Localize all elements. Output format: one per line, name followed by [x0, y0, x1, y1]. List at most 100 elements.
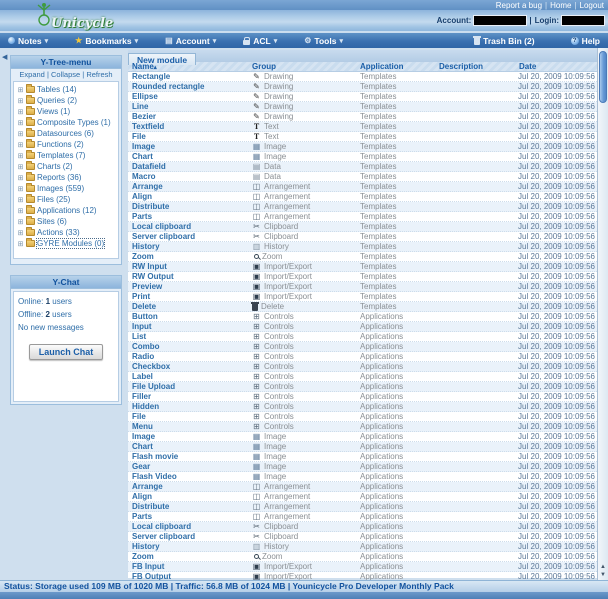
module-name-link[interactable]: Ellipse — [128, 92, 250, 101]
module-name-link[interactable]: Filler — [128, 392, 250, 401]
module-name-link[interactable]: Local clipboard — [128, 522, 250, 531]
module-name-link[interactable]: Line — [128, 102, 250, 111]
trash-bin-button[interactable]: Trash Bin (2) — [474, 36, 534, 46]
expand-icon[interactable]: ⊞ — [17, 218, 24, 226]
table-row[interactable]: Print▣Import/ExportTemplatesJul 20, 2009… — [128, 292, 597, 302]
column-header-name[interactable]: Name▴ — [128, 62, 250, 71]
module-name-link[interactable]: Macro — [128, 172, 250, 181]
module-name-link[interactable]: Print — [128, 292, 250, 301]
table-row[interactable]: Macro▤DataTemplatesJul 20, 2009 10:09:56 — [128, 172, 597, 182]
expand-icon[interactable]: ⊞ — [17, 130, 24, 138]
tree-item-views-1[interactable]: ⊞Views (1) — [14, 106, 118, 117]
table-row[interactable]: Local clipboard✂ClipboardTemplatesJul 20… — [128, 222, 597, 232]
tree-expand-link[interactable]: Expand — [19, 70, 44, 79]
table-row[interactable]: File Upload⊞ControlsApplicationsJul 20, … — [128, 382, 597, 392]
module-name-link[interactable]: Local clipboard — [128, 222, 250, 231]
module-name-link[interactable]: History — [128, 242, 250, 251]
table-row[interactable]: Hidden⊞ControlsApplicationsJul 20, 2009 … — [128, 402, 597, 412]
module-name-link[interactable]: Preview — [128, 282, 250, 291]
column-header-description[interactable]: Description — [437, 62, 517, 71]
table-row[interactable]: Combo⊞ControlsApplicationsJul 20, 2009 1… — [128, 342, 597, 352]
table-row[interactable]: Chart▦ImageTemplatesJul 20, 2009 10:09:5… — [128, 152, 597, 162]
table-row[interactable]: Rounded rectangle✎DrawingTemplatesJul 20… — [128, 82, 597, 92]
menu-acl[interactable]: ACL ▾ — [243, 36, 277, 46]
tree-item-functions-2[interactable]: ⊞Functions (2) — [14, 139, 118, 150]
table-row[interactable]: Arrange◫ArrangementApplicationsJul 20, 2… — [128, 482, 597, 492]
table-row[interactable]: Preview▣Import/ExportTemplatesJul 20, 20… — [128, 282, 597, 292]
vertical-scrollbar[interactable]: ▲ ▼ — [597, 48, 608, 580]
module-name-link[interactable]: Align — [128, 492, 250, 501]
expand-icon[interactable]: ⊞ — [17, 207, 24, 215]
logout-link[interactable]: Logout — [580, 1, 604, 10]
scroll-up-icon[interactable]: ▲ — [598, 563, 608, 571]
module-name-link[interactable]: Zoom — [128, 552, 250, 561]
table-row[interactable]: Local clipboard✂ClipboardApplicationsJul… — [128, 522, 597, 532]
tree-item-gyre-modules-0[interactable]: ⊞GYRE Modules (0) — [14, 238, 118, 249]
module-name-link[interactable]: Rounded rectangle — [128, 82, 250, 91]
module-name-link[interactable]: History — [128, 542, 250, 551]
tree-item-charts-2[interactable]: ⊞Charts (2) — [14, 161, 118, 172]
table-row[interactable]: Align◫ArrangementTemplatesJul 20, 2009 1… — [128, 192, 597, 202]
table-row[interactable]: History▥HistoryTemplatesJul 20, 2009 10:… — [128, 242, 597, 252]
column-header-application[interactable]: Application — [358, 62, 437, 71]
menu-account[interactable]: ▤ Account ▾ — [165, 36, 216, 46]
table-row[interactable]: Bezier✎DrawingTemplatesJul 20, 2009 10:0… — [128, 112, 597, 122]
expand-icon[interactable]: ⊞ — [17, 119, 24, 127]
table-row[interactable]: Line✎DrawingTemplatesJul 20, 2009 10:09:… — [128, 102, 597, 112]
menu-tools[interactable]: ⚙ Tools ▾ — [304, 36, 343, 46]
expand-icon[interactable]: ⊞ — [17, 196, 24, 204]
tree-item-sites-6[interactable]: ⊞Sites (6) — [14, 216, 118, 227]
tree-item-composite-types-1[interactable]: ⊞Composite Types (1) — [14, 117, 118, 128]
report-bug-link[interactable]: Report a bug — [496, 1, 542, 10]
module-name-link[interactable]: Server clipboard — [128, 232, 250, 241]
module-name-link[interactable]: Align — [128, 192, 250, 201]
tree-item-images-559[interactable]: ⊞Images (559) — [14, 183, 118, 194]
module-name-link[interactable]: Image — [128, 142, 250, 151]
expand-icon[interactable]: ⊞ — [17, 229, 24, 237]
module-name-link[interactable]: Flash Video — [128, 472, 250, 481]
tree-item-files-25[interactable]: ⊞Files (25) — [14, 194, 118, 205]
home-link[interactable]: Home — [550, 1, 571, 10]
menu-notes[interactable]: Notes ▾ — [8, 36, 48, 46]
module-name-link[interactable]: Parts — [128, 212, 250, 221]
table-row[interactable]: Ellipse✎DrawingTemplatesJul 20, 2009 10:… — [128, 92, 597, 102]
module-name-link[interactable]: Bezier — [128, 112, 250, 121]
module-name-link[interactable]: List — [128, 332, 250, 341]
expand-icon[interactable]: ⊞ — [17, 97, 24, 105]
table-row[interactable]: Distribute◫ArrangementTemplatesJul 20, 2… — [128, 202, 597, 212]
module-name-link[interactable]: Hidden — [128, 402, 250, 411]
module-name-link[interactable]: Parts — [128, 512, 250, 521]
table-row[interactable]: Radio⊞ControlsApplicationsJul 20, 2009 1… — [128, 352, 597, 362]
module-name-link[interactable]: Delete — [128, 302, 250, 311]
table-row[interactable]: Server clipboard✂ClipboardTemplatesJul 2… — [128, 232, 597, 242]
table-row[interactable]: Checkbox⊞ControlsApplicationsJul 20, 200… — [128, 362, 597, 372]
table-row[interactable]: Button⊞ControlsApplicationsJul 20, 2009 … — [128, 312, 597, 322]
expand-icon[interactable]: ⊞ — [17, 185, 24, 193]
table-row[interactable]: List⊞ControlsApplicationsJul 20, 2009 10… — [128, 332, 597, 342]
scroll-down-icon[interactable]: ▼ — [598, 571, 608, 579]
launch-chat-button[interactable]: Launch Chat — [29, 344, 104, 360]
module-name-link[interactable]: File Upload — [128, 382, 250, 391]
tree-item-actions-33[interactable]: ⊞Actions (33) — [14, 227, 118, 238]
table-row[interactable]: Arrange◫ArrangementTemplatesJul 20, 2009… — [128, 182, 597, 192]
table-row[interactable]: File⊞ControlsApplicationsJul 20, 2009 10… — [128, 412, 597, 422]
table-row[interactable]: Label⊞ControlsApplicationsJul 20, 2009 1… — [128, 372, 597, 382]
table-row[interactable]: Server clipboard✂ClipboardApplicationsJu… — [128, 532, 597, 542]
module-name-link[interactable]: Menu — [128, 422, 250, 431]
table-row[interactable]: Gear▦ImageApplicationsJul 20, 2009 10:09… — [128, 462, 597, 472]
module-name-link[interactable]: RW Output — [128, 272, 250, 281]
module-name-link[interactable]: Checkbox — [128, 362, 250, 371]
expand-icon[interactable]: ⊞ — [17, 141, 24, 149]
module-name-link[interactable]: Button — [128, 312, 250, 321]
table-row[interactable]: Image▦ImageApplicationsJul 20, 2009 10:0… — [128, 432, 597, 442]
module-name-link[interactable]: Arrange — [128, 482, 250, 491]
module-name-link[interactable]: Chart — [128, 442, 250, 451]
table-row[interactable]: Flash movie▦ImageApplicationsJul 20, 200… — [128, 452, 597, 462]
table-row[interactable]: ZoomZoomTemplatesJul 20, 2009 10:09:56 — [128, 252, 597, 262]
tree-item-templates-7[interactable]: ⊞Templates (7) — [14, 150, 118, 161]
tree-item-datasources-6[interactable]: ⊞Datasources (6) — [14, 128, 118, 139]
module-name-link[interactable]: Flash movie — [128, 452, 250, 461]
expand-icon[interactable]: ⊞ — [17, 108, 24, 116]
module-name-link[interactable]: Chart — [128, 152, 250, 161]
expand-icon[interactable]: ⊞ — [17, 152, 24, 160]
